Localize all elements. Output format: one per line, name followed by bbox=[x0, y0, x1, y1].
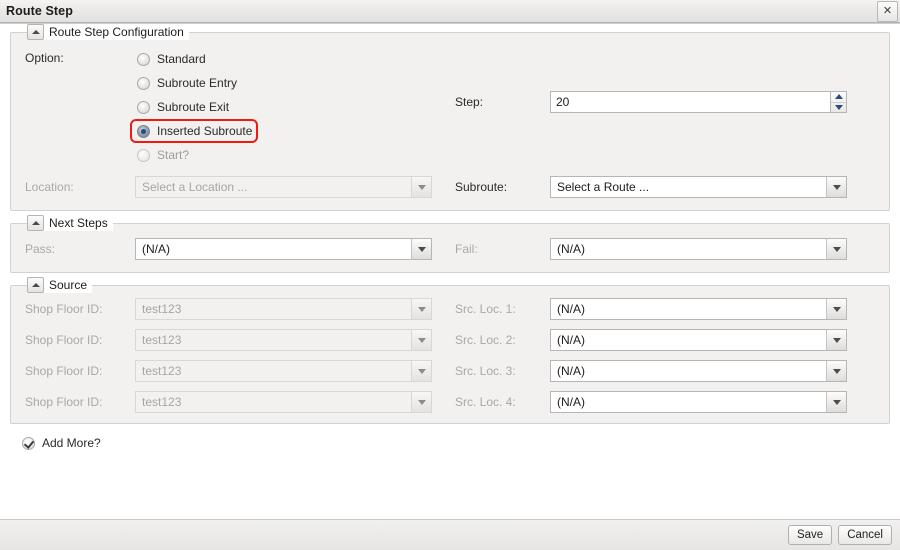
shop-floor-id-label-4: Shop Floor ID: bbox=[25, 395, 103, 409]
chevron-down-icon-shop-floor-2 bbox=[411, 330, 431, 350]
dialog-title: Route Step bbox=[6, 4, 73, 18]
radio-label-standard: Standard bbox=[157, 52, 206, 66]
shop-floor-id-value-3: test123 bbox=[142, 364, 182, 378]
chevron-down-icon-pass[interactable] bbox=[411, 239, 431, 259]
chevron-down-icon-src-loc-1[interactable] bbox=[826, 299, 846, 319]
radio-inserted-subroute[interactable]: Inserted Subroute bbox=[130, 119, 258, 143]
fail-value: (N/A) bbox=[557, 242, 585, 256]
step-input[interactable] bbox=[550, 91, 830, 113]
chevron-down-icon-src-loc-4[interactable] bbox=[826, 392, 846, 412]
dialog-titlebar: Route Step ✕ bbox=[0, 0, 900, 23]
option-radio-group: Standard Subroute Entry Subroute Exit In… bbox=[130, 47, 258, 167]
collapse-toggle-icon-next-steps[interactable] bbox=[27, 215, 44, 231]
shop-floor-id-select-1: test123 bbox=[135, 298, 432, 320]
close-icon[interactable]: ✕ bbox=[877, 1, 898, 22]
subroute-value: Select a Route ... bbox=[557, 180, 650, 194]
chevron-down-icon-shop-floor-3 bbox=[411, 361, 431, 381]
radio-subroute-entry[interactable]: Subroute Entry bbox=[130, 71, 258, 95]
step-increment-icon[interactable] bbox=[831, 92, 846, 103]
save-button[interactable]: Save bbox=[787, 525, 833, 545]
shop-floor-id-label-2: Shop Floor ID: bbox=[25, 333, 103, 347]
route-step-dialog: Route Step ✕ Route Step Configuration Op… bbox=[0, 0, 900, 550]
fail-label: Fail: bbox=[455, 242, 478, 256]
option-label: Option: bbox=[25, 51, 64, 65]
source-row: Shop Floor ID: test123 Src. Loc. 1: (N/A… bbox=[25, 298, 875, 320]
shop-floor-id-value-1: test123 bbox=[142, 302, 182, 316]
legend-label-source: Source bbox=[49, 278, 88, 292]
chevron-down-icon-subroute[interactable] bbox=[826, 177, 846, 197]
add-more-label: Add More? bbox=[42, 436, 101, 450]
shop-floor-id-select-4: test123 bbox=[135, 391, 432, 413]
radio-label-start: Start? bbox=[157, 148, 190, 162]
dialog-footer: Save Cancel bbox=[0, 519, 900, 550]
legend-next-steps: Next Steps bbox=[27, 215, 113, 231]
src-loc-value-2: (N/A) bbox=[557, 333, 585, 347]
src-loc-select-4[interactable]: (N/A) bbox=[550, 391, 847, 413]
fail-select[interactable]: (N/A) bbox=[550, 238, 847, 260]
chevron-down-icon-fail[interactable] bbox=[826, 239, 846, 259]
legend-source: Source bbox=[27, 277, 93, 293]
source-row: Shop Floor ID: test123 Src. Loc. 2: (N/A… bbox=[25, 329, 875, 351]
src-loc-label-1: Src. Loc. 1: bbox=[455, 302, 516, 316]
dialog-body: Route Step Configuration Option: Standar… bbox=[0, 23, 900, 519]
source-row: Shop Floor ID: test123 Src. Loc. 3: (N/A… bbox=[25, 360, 875, 382]
location-select: Select a Location ... bbox=[135, 176, 432, 198]
step-stepper[interactable] bbox=[550, 91, 847, 113]
group-source: Source Shop Floor ID: test123 Src. Loc. bbox=[10, 277, 890, 424]
pass-select[interactable]: (N/A) bbox=[135, 238, 432, 260]
location-value: Select a Location ... bbox=[142, 180, 248, 194]
legend-label-config: Route Step Configuration bbox=[49, 25, 184, 39]
radio-label-inserted-subroute: Inserted Subroute bbox=[157, 124, 253, 138]
pass-label: Pass: bbox=[25, 242, 56, 256]
chevron-down-icon-shop-floor-1 bbox=[411, 299, 431, 319]
shop-floor-id-value-4: test123 bbox=[142, 395, 182, 409]
legend-route-step-configuration: Route Step Configuration bbox=[27, 24, 189, 40]
radio-start: Start? bbox=[130, 143, 258, 167]
shop-floor-id-label-3: Shop Floor ID: bbox=[25, 364, 103, 378]
chevron-down-icon-location bbox=[411, 177, 431, 197]
radio-icon-subroute-entry bbox=[137, 76, 150, 90]
add-more-checkbox[interactable]: Add More? bbox=[22, 436, 890, 450]
check-icon-add-more bbox=[22, 436, 35, 450]
radio-icon-start bbox=[137, 148, 150, 162]
src-loc-select-3[interactable]: (N/A) bbox=[550, 360, 847, 382]
radio-subroute-exit[interactable]: Subroute Exit bbox=[130, 95, 258, 119]
src-loc-value-1: (N/A) bbox=[557, 302, 585, 316]
src-loc-select-1[interactable]: (N/A) bbox=[550, 298, 847, 320]
shop-floor-id-label-1: Shop Floor ID: bbox=[25, 302, 103, 316]
cancel-button[interactable]: Cancel bbox=[838, 525, 892, 545]
src-loc-label-3: Src. Loc. 3: bbox=[455, 364, 516, 378]
legend-label-next-steps: Next Steps bbox=[49, 216, 108, 230]
shop-floor-id-select-3: test123 bbox=[135, 360, 432, 382]
chevron-down-icon-src-loc-2[interactable] bbox=[826, 330, 846, 350]
radio-icon-subroute-exit bbox=[137, 100, 150, 114]
group-next-steps: Next Steps Pass: (N/A) Fail: (N/A) bbox=[10, 215, 890, 273]
subroute-label: Subroute: bbox=[455, 180, 508, 194]
src-loc-label-4: Src. Loc. 4: bbox=[455, 395, 516, 409]
collapse-toggle-icon-source[interactable] bbox=[27, 277, 44, 293]
radio-label-subroute-exit: Subroute Exit bbox=[157, 100, 230, 114]
src-loc-value-3: (N/A) bbox=[557, 364, 585, 378]
step-label: Step: bbox=[455, 95, 484, 109]
source-row: Shop Floor ID: test123 Src. Loc. 4: (N/A… bbox=[25, 391, 875, 413]
pass-value: (N/A) bbox=[142, 242, 170, 256]
subroute-select[interactable]: Select a Route ... bbox=[550, 176, 847, 198]
src-loc-label-2: Src. Loc. 2: bbox=[455, 333, 516, 347]
collapse-toggle-icon-config[interactable] bbox=[27, 24, 44, 40]
radio-label-subroute-entry: Subroute Entry bbox=[157, 76, 238, 90]
group-route-step-configuration: Route Step Configuration Option: Standar… bbox=[10, 24, 890, 211]
shop-floor-id-value-2: test123 bbox=[142, 333, 182, 347]
location-label: Location: bbox=[25, 180, 74, 194]
chevron-down-icon-shop-floor-4 bbox=[411, 392, 431, 412]
src-loc-select-2[interactable]: (N/A) bbox=[550, 329, 847, 351]
step-decrement-icon[interactable] bbox=[831, 103, 846, 113]
chevron-down-icon-src-loc-3[interactable] bbox=[826, 361, 846, 381]
radio-icon-inserted-subroute bbox=[137, 124, 150, 138]
src-loc-value-4: (N/A) bbox=[557, 395, 585, 409]
radio-icon-standard bbox=[137, 52, 150, 66]
radio-standard[interactable]: Standard bbox=[130, 47, 258, 71]
shop-floor-id-select-2: test123 bbox=[135, 329, 432, 351]
